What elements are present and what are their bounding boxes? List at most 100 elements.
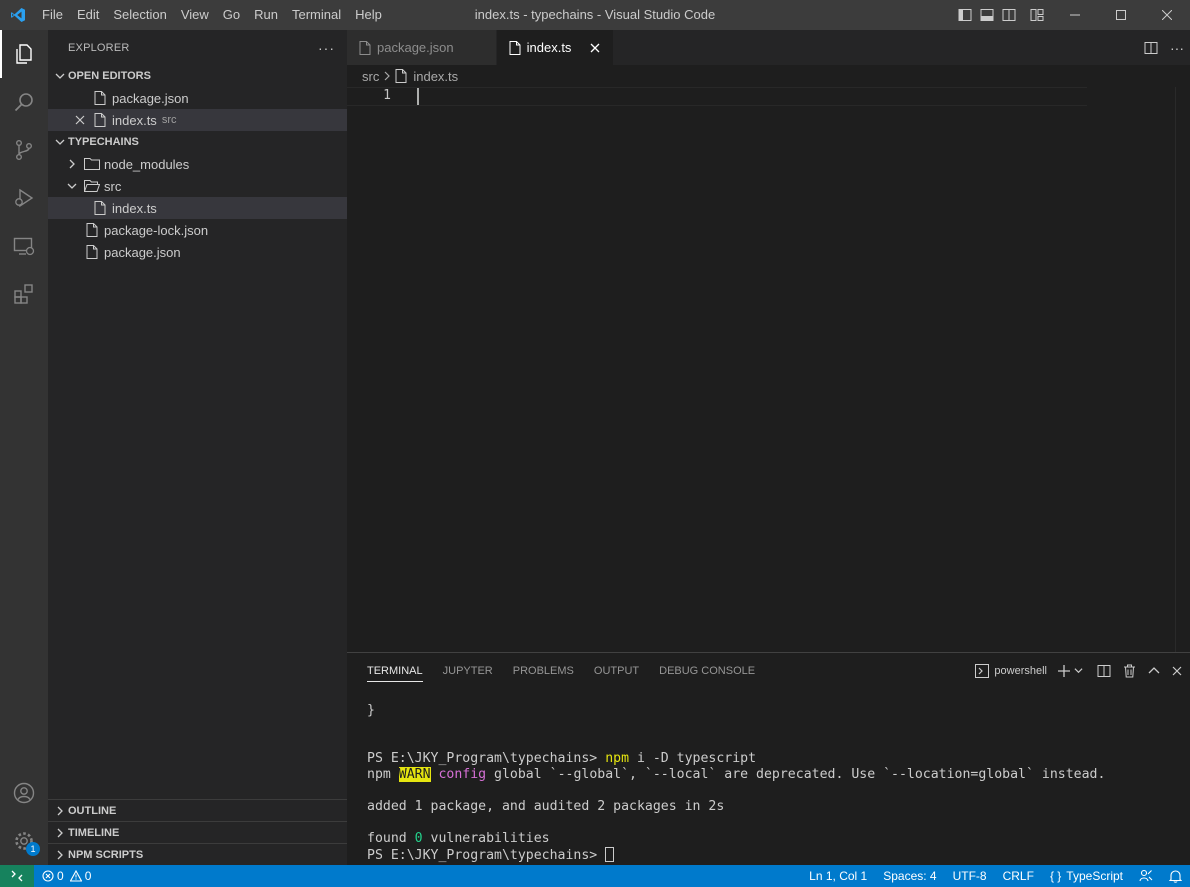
chevron-right-icon: [64, 156, 80, 172]
tab-terminal[interactable]: TERMINAL: [357, 653, 433, 688]
toggle-secondary-sidebar-icon[interactable]: [998, 0, 1020, 30]
cursor-position[interactable]: Ln 1, Col 1: [801, 869, 875, 883]
tree-item-index-ts[interactable]: index.ts: [48, 197, 347, 219]
npm-scripts-label: NPM SCRIPTS: [68, 848, 144, 861]
menu-view[interactable]: View: [174, 0, 216, 30]
terminal-text: npm: [367, 767, 399, 782]
minimize-icon[interactable]: [1052, 0, 1098, 30]
file-icon: [395, 69, 407, 83]
chevron-right-icon: [52, 806, 68, 816]
tree-item-node-modules[interactable]: node_modules: [48, 153, 347, 175]
folder-icon: [84, 156, 100, 172]
menu-terminal[interactable]: Terminal: [285, 0, 348, 30]
terminal-output[interactable]: } PS E:\JKY_Program\typechains> npm i -D…: [367, 703, 1105, 864]
source-control-icon[interactable]: [0, 126, 48, 174]
chevron-right-icon: [52, 828, 68, 838]
current-line-highlight: [347, 87, 1087, 106]
explorer-icon[interactable]: [0, 30, 48, 78]
toggle-sidebar-icon[interactable]: [954, 0, 976, 30]
tab-jupyter[interactable]: JUPYTER: [433, 653, 503, 688]
tab-label: package.json: [377, 40, 454, 55]
tab-package-json[interactable]: package.json: [347, 30, 497, 65]
project-section[interactable]: TYPECHAINS: [48, 131, 347, 153]
tree-item-package-lock[interactable]: package-lock.json: [48, 219, 347, 241]
toggle-panel-icon[interactable]: [976, 0, 998, 30]
file-icon: [84, 244, 100, 260]
tree-item-package-json[interactable]: package.json: [48, 241, 347, 263]
menu-help[interactable]: Help: [348, 0, 389, 30]
menu-edit[interactable]: Edit: [70, 0, 106, 30]
open-editors-section[interactable]: OPEN EDITORS: [48, 65, 347, 87]
language-label: TypeScript: [1066, 869, 1123, 883]
indentation[interactable]: Spaces: 4: [875, 869, 944, 883]
maximize-icon[interactable]: [1098, 0, 1144, 30]
vulnerability-count: 0: [414, 831, 423, 846]
split-editor-icon[interactable]: [1138, 41, 1164, 55]
settings-badge: 1: [26, 842, 40, 856]
warning-count: 0: [84, 869, 92, 883]
notifications-bell-icon[interactable]: [1161, 869, 1190, 883]
maximize-panel-icon[interactable]: [1148, 666, 1160, 676]
more-actions-icon[interactable]: ···: [318, 40, 335, 56]
terminal-text: vulnerabilities: [422, 831, 550, 846]
warn-tag: WARN: [398, 767, 431, 782]
tree-item-label: index.ts: [112, 200, 157, 216]
scrollbar-track[interactable]: [1175, 87, 1176, 652]
menu-file[interactable]: File: [35, 0, 70, 30]
breadcrumb-file[interactable]: index.ts: [413, 69, 458, 84]
end-of-line[interactable]: CRLF: [995, 869, 1042, 883]
close-icon[interactable]: [72, 112, 88, 128]
terminal-prompt: PS E:\JKY_Program\typechains>: [367, 751, 606, 766]
menu-go[interactable]: Go: [216, 0, 247, 30]
open-editor-item[interactable]: index.ts src: [48, 109, 347, 131]
remote-explorer-icon[interactable]: [0, 222, 48, 270]
trash-icon[interactable]: [1123, 664, 1136, 678]
menu-selection[interactable]: Selection: [106, 0, 173, 30]
split-terminal-icon[interactable]: [1097, 664, 1111, 678]
new-terminal-icon[interactable]: [1057, 664, 1071, 678]
chevron-down-icon: [52, 71, 68, 81]
code-editor[interactable]: 1: [347, 87, 1190, 652]
chevron-down-icon[interactable]: [1074, 666, 1083, 675]
warning-icon: [69, 870, 82, 882]
terminal-text: found: [367, 831, 415, 846]
settings-gear-icon[interactable]: 1: [0, 817, 48, 865]
close-tab-icon[interactable]: [587, 40, 603, 56]
braces-icon: { }: [1049, 869, 1062, 883]
tab-debug-console[interactable]: DEBUG CONSOLE: [649, 653, 765, 688]
timeline-section[interactable]: TIMELINE: [48, 821, 347, 843]
remote-indicator-icon[interactable]: [0, 865, 34, 887]
open-editor-item[interactable]: package.json: [48, 87, 347, 109]
tab-output[interactable]: OUTPUT: [584, 653, 649, 688]
run-debug-icon[interactable]: [0, 174, 48, 222]
language-mode[interactable]: { } TypeScript: [1042, 869, 1131, 883]
tab-problems[interactable]: PROBLEMS: [503, 653, 584, 688]
encoding[interactable]: UTF-8: [945, 869, 995, 883]
menu-run[interactable]: Run: [247, 0, 285, 30]
close-window-icon[interactable]: [1144, 0, 1190, 30]
title-bar: File Edit Selection View Go Run Terminal…: [0, 0, 1190, 30]
terminal-command: npm: [605, 751, 630, 766]
more-actions-icon[interactable]: ···: [1164, 40, 1190, 56]
feedback-icon[interactable]: [1131, 869, 1161, 883]
terminal-command-args: i -D typescript: [629, 751, 757, 766]
shell-selector[interactable]: powershell: [994, 665, 1047, 677]
npm-scripts-section[interactable]: NPM SCRIPTS: [48, 843, 347, 865]
explorer-sidebar: EXPLORER ··· OPEN EDITORS package.json i…: [48, 30, 347, 865]
status-bar: 0 0 Ln 1, Col 1 Spaces: 4 UTF-8 CRLF { }…: [0, 865, 1190, 887]
terminal-prompt: PS E:\JKY_Program\typechains>: [367, 848, 606, 863]
error-count: 0: [57, 869, 64, 883]
extensions-icon[interactable]: [0, 270, 48, 318]
tree-item-src[interactable]: src: [48, 175, 347, 197]
tree-item-label: node_modules: [104, 156, 190, 172]
outline-section[interactable]: OUTLINE: [48, 799, 347, 821]
close-panel-icon[interactable]: [1172, 666, 1182, 676]
breadcrumb-folder[interactable]: src: [362, 69, 379, 84]
tab-index-ts[interactable]: index.ts: [496, 30, 615, 65]
customize-layout-icon[interactable]: [1026, 0, 1048, 30]
search-icon[interactable]: [0, 78, 48, 126]
accounts-icon[interactable]: [0, 769, 48, 817]
breadcrumb: src index.ts: [347, 65, 1190, 87]
problems-status[interactable]: 0 0: [42, 869, 91, 883]
activity-bar: 1: [0, 30, 48, 865]
